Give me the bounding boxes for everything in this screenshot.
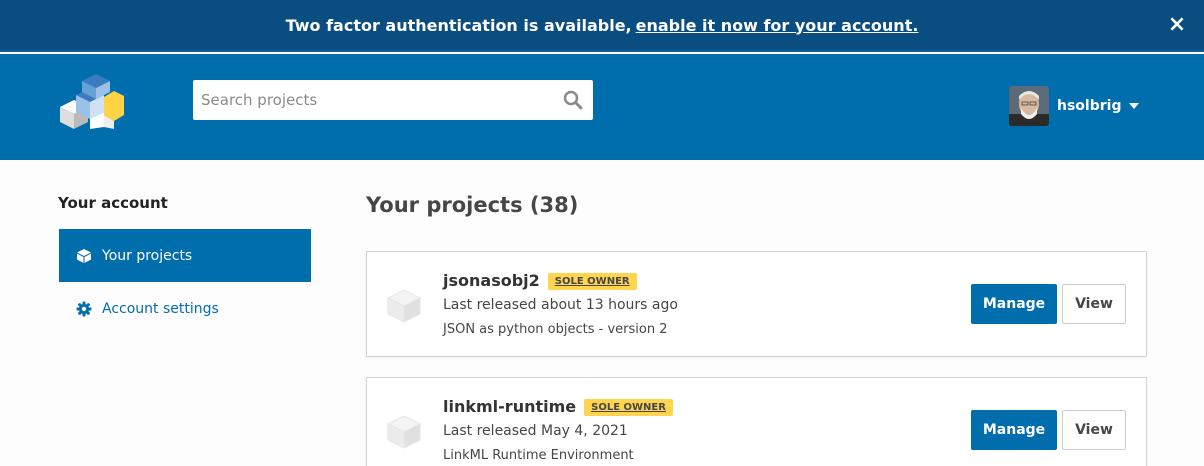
project-release-date: Last released May 4, 2021 (443, 423, 628, 439)
sole-owner-badge[interactable]: SOLE OWNER (547, 273, 637, 290)
project-card: jsonasobj2 SOLE OWNER Last released about… (366, 251, 1147, 357)
cube-icon (77, 248, 91, 263)
banner-text: Two factor authentication is available, (285, 15, 632, 35)
chevron-down-icon (1129, 103, 1140, 109)
manage-button[interactable]: Manage (971, 284, 1057, 324)
project-name[interactable]: jsonasobj2 SOLE OWNER (443, 271, 637, 290)
search-box (193, 80, 593, 120)
project-description: LinkML Runtime Environment (443, 448, 634, 463)
pypi-logo[interactable] (56, 69, 126, 129)
project-description: JSON as python objects - version 2 (443, 322, 668, 337)
two-factor-banner: Two factor authentication is available, … (0, 0, 1204, 52)
project-release-date: Last released about 13 hours ago (443, 297, 678, 313)
sidebar-title: Your account (58, 194, 168, 212)
sidebar-item-account-settings[interactable]: Account settings (59, 282, 311, 335)
manage-button[interactable]: Manage (971, 410, 1057, 450)
project-card: linkml-runtime SOLE OWNER Last released M… (366, 377, 1147, 466)
project-name[interactable]: linkml-runtime SOLE OWNER (443, 397, 673, 416)
page-title: Your projects (38) (366, 193, 579, 217)
gear-icon (76, 301, 92, 316)
sidebar-item-label: Account settings (102, 300, 219, 317)
user-menu[interactable]: hsolbrig (1009, 86, 1140, 126)
username: hsolbrig (1057, 98, 1122, 114)
view-button[interactable]: View (1062, 284, 1126, 324)
sidebar-item-label: Your projects (102, 247, 193, 264)
sidebar-item-your-projects[interactable]: Your projects (59, 229, 311, 282)
site-header: hsolbrig (0, 54, 1204, 160)
package-icon (386, 289, 422, 323)
project-name-text[interactable]: jsonasobj2 (443, 271, 540, 290)
enable-2fa-link[interactable]: enable it now for your account. (636, 16, 919, 35)
view-button[interactable]: View (1062, 410, 1126, 450)
avatar (1009, 86, 1049, 126)
search-input[interactable] (193, 80, 553, 120)
close-icon[interactable]: × (1166, 14, 1188, 36)
project-name-text[interactable]: linkml-runtime (443, 397, 576, 416)
search-icon[interactable] (563, 90, 583, 110)
sole-owner-badge[interactable]: SOLE OWNER (584, 399, 673, 416)
package-icon (386, 415, 422, 449)
